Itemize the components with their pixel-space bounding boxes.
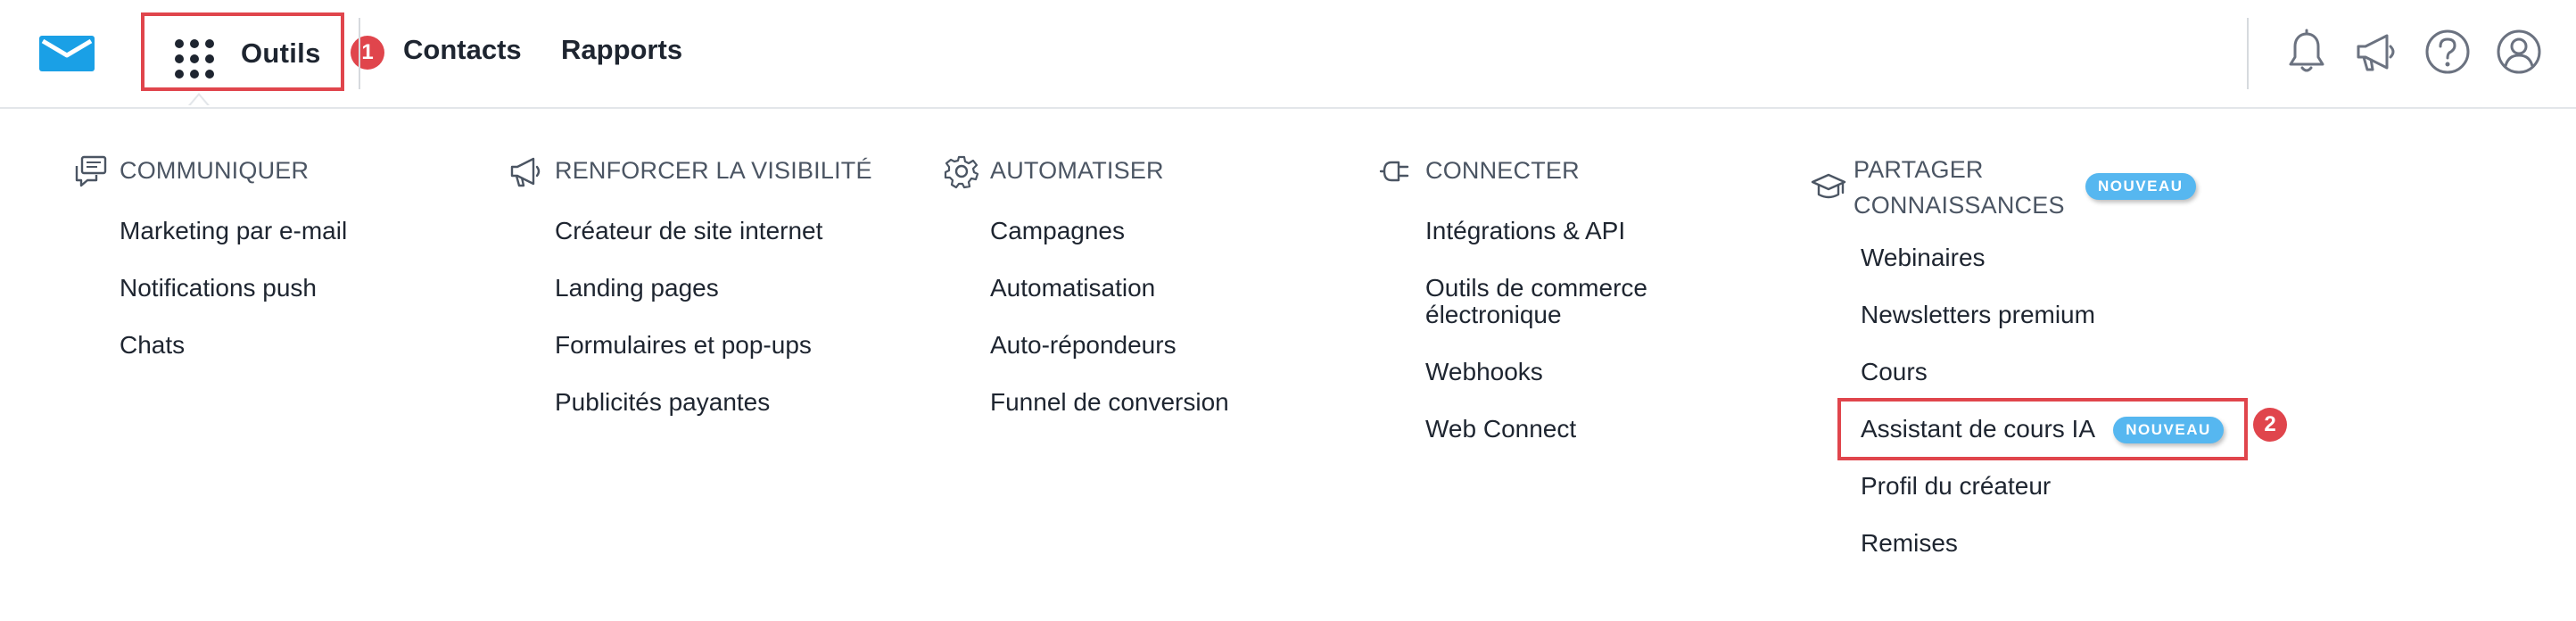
menu-item-push-notifications[interactable]: Notifications push [120, 273, 347, 330]
menu-item-list: Campagnes Automatisation Auto-répondeurs… [990, 216, 1229, 444]
menu-item-web-connect[interactable]: Web Connect [1425, 414, 1647, 471]
chat-icon [75, 155, 107, 187]
highlight-frame [1837, 398, 2248, 460]
tools-menu-label: Outils [241, 37, 321, 69]
step-badge-2: 2 [2253, 408, 2287, 442]
envelope-logo-icon[interactable] [39, 36, 95, 71]
nav-divider [359, 18, 360, 89]
step-badge-1: 1 [351, 36, 384, 70]
menu-item-autoresponders[interactable]: Auto-répondeurs [990, 330, 1229, 387]
account-icon[interactable] [2494, 27, 2544, 77]
menu-item-conversion-funnel[interactable]: Funnel de conversion [990, 387, 1229, 444]
menu-item-landing-pages[interactable]: Landing pages [555, 273, 822, 330]
menu-item-list: Intégrations & API Outils de commerce él… [1425, 216, 1647, 471]
nav-link-reports[interactable]: Rapports [561, 34, 682, 66]
menu-column-title: RENFORCER LA VISIBILITÉ [555, 157, 872, 184]
menu-item-automation[interactable]: Automatisation [990, 273, 1229, 330]
nav-link-contacts[interactable]: Contacts [403, 34, 522, 66]
tools-menu-button[interactable]: Outils [141, 12, 344, 91]
menu-item-list: Créateur de site internet Landing pages … [555, 216, 822, 444]
megaphone-icon[interactable] [2351, 27, 2401, 77]
menu-item-discounts[interactable]: Remises [1861, 528, 2224, 585]
help-icon[interactable] [2423, 27, 2473, 77]
menu-item-ecommerce-tools[interactable]: Outils de commerce [1425, 273, 1647, 302]
menu-item-webinars[interactable]: Webinaires [1861, 243, 2224, 300]
dropdown-caret [188, 93, 210, 106]
menu-item-integrations-api[interactable]: Intégrations & API [1425, 216, 1647, 273]
menu-column-title: CONNECTER [1425, 157, 1580, 184]
menu-column-title: PARTAGER CONNAISSANCES [1854, 152, 2065, 223]
menu-column-title: AUTOMATISER [990, 157, 1164, 184]
top-navigation: Outils 1 Contacts Rapports [0, 0, 2576, 109]
menu-item-website-builder[interactable]: Créateur de site internet [555, 216, 822, 273]
menu-item-premium-newsletters[interactable]: Newsletters premium [1861, 300, 2224, 357]
menu-column-title: COMMUNIQUER [120, 157, 310, 184]
megaphone-icon [510, 157, 541, 187]
gear-icon [944, 155, 979, 189]
menu-item-webhooks[interactable]: Webhooks [1425, 357, 1647, 414]
graduation-cap-icon [1811, 173, 1846, 199]
menu-column-title-line2: CONNAISSANCES [1854, 192, 2065, 219]
plug-icon [1379, 161, 1409, 182]
nav-divider-right [2247, 18, 2249, 89]
grid-icon [175, 39, 214, 79]
menu-item-paid-ads[interactable]: Publicités payantes [555, 387, 822, 444]
menu-item-list: Marketing par e-mail Notifications push … [120, 216, 347, 387]
menu-column-title-line1: PARTAGER [1854, 156, 1984, 183]
menu-item-email-marketing[interactable]: Marketing par e-mail [120, 216, 347, 273]
menu-item-forms-popups[interactable]: Formulaires et pop-ups [555, 330, 822, 387]
menu-item-campaigns[interactable]: Campagnes [990, 216, 1229, 273]
menu-item-ecommerce-tools-line2[interactable]: électronique [1425, 300, 1647, 357]
menu-item-chats[interactable]: Chats [120, 330, 347, 387]
bell-icon[interactable] [2282, 27, 2332, 77]
new-badge: NOUVEAU [2085, 173, 2196, 200]
menu-item-creator-profile[interactable]: Profil du créateur [1861, 471, 2224, 528]
